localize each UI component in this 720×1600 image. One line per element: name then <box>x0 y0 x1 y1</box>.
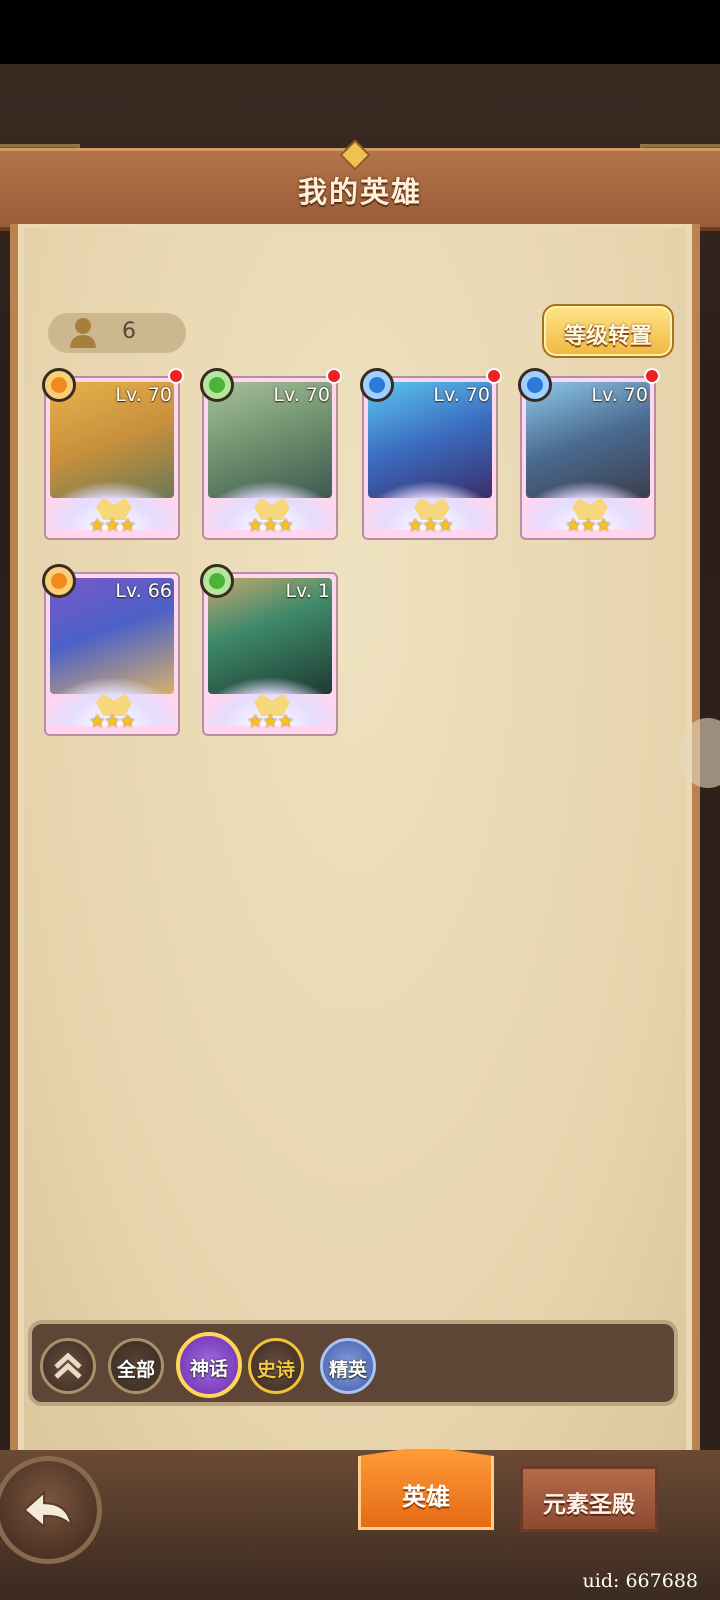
water-element-icon <box>360 368 394 402</box>
filter-epic-label: 史诗 <box>256 1359 295 1381</box>
red-dot-notification-icon <box>168 368 184 384</box>
hero-card[interactable]: ★★★ Lv. 70 <box>518 368 660 542</box>
level-transfer-button[interactable]: 等级转置 <box>542 304 674 358</box>
hero-count-badge: 6 <box>48 313 186 353</box>
hero-card[interactable]: ★★★ Lv. 66 <box>42 564 184 738</box>
hero-card[interactable]: ★★★ Lv. 70 <box>42 368 184 542</box>
double-chevron-up-icon <box>54 1352 82 1379</box>
fire-element-icon <box>42 368 76 402</box>
tab-element-temple-label: 元素圣殿 <box>543 1492 635 1518</box>
back-button[interactable] <box>0 1456 102 1564</box>
hero-level: Lv. 1 <box>285 580 330 602</box>
star-rating: ★★★ <box>89 711 135 732</box>
tab-heroes[interactable]: 英雄 <box>358 1446 494 1530</box>
level-transfer-label: 等级转置 <box>563 324 652 349</box>
hero-level: Lv. 70 <box>273 384 330 406</box>
user-id-label: uid: 667688 <box>582 1570 698 1592</box>
filter-mythic-button[interactable]: 神话 <box>176 1332 242 1398</box>
filter-all-label: 全部 <box>116 1359 155 1381</box>
wind-element-icon <box>200 368 234 402</box>
filter-elite-button[interactable]: 精英 <box>320 1338 376 1394</box>
hero-card[interactable]: ★★★ Lv. 70 <box>200 368 342 542</box>
hero-card[interactable]: ★★★ Lv. 70 <box>360 368 502 542</box>
red-dot-notification-icon <box>326 368 342 384</box>
red-dot-notification-icon <box>644 368 660 384</box>
filter-all-button[interactable]: 全部 <box>108 1338 164 1394</box>
tab-heroes-label: 英雄 <box>402 1483 450 1511</box>
star-rating: ★★★ <box>247 515 293 536</box>
water-element-icon <box>518 368 552 402</box>
hero-level: Lv. 66 <box>115 580 172 602</box>
wind-element-icon <box>200 564 234 598</box>
hero-level: Lv. 70 <box>115 384 172 406</box>
red-dot-notification-icon <box>486 368 502 384</box>
filter-epic-button[interactable]: 史诗 <box>248 1338 304 1394</box>
rarity-filter-bar: 全部 神话 史诗 精英 <box>28 1320 678 1406</box>
status-bar <box>0 0 720 64</box>
filter-elite-label: 精英 <box>328 1359 367 1381</box>
hero-level: Lv. 70 <box>433 384 490 406</box>
person-icon <box>70 318 96 348</box>
tab-element-temple[interactable]: 元素圣殿 <box>520 1466 658 1532</box>
star-rating: ★★★ <box>565 515 611 536</box>
hero-level: Lv. 70 <box>591 384 648 406</box>
star-rating: ★★★ <box>407 515 453 536</box>
page-title: 我的英雄 <box>297 175 422 209</box>
back-arrow-icon <box>22 1490 74 1529</box>
star-rating: ★★★ <box>247 711 293 732</box>
collapse-chevrons-button[interactable] <box>40 1338 96 1394</box>
hero-card[interactable]: ★★★ Lv. 1 <box>200 564 342 738</box>
star-rating: ★★★ <box>89 515 135 536</box>
fire-element-icon <box>42 564 76 598</box>
filter-mythic-label: 神话 <box>189 1358 228 1380</box>
hero-count-value: 6 <box>122 319 136 344</box>
